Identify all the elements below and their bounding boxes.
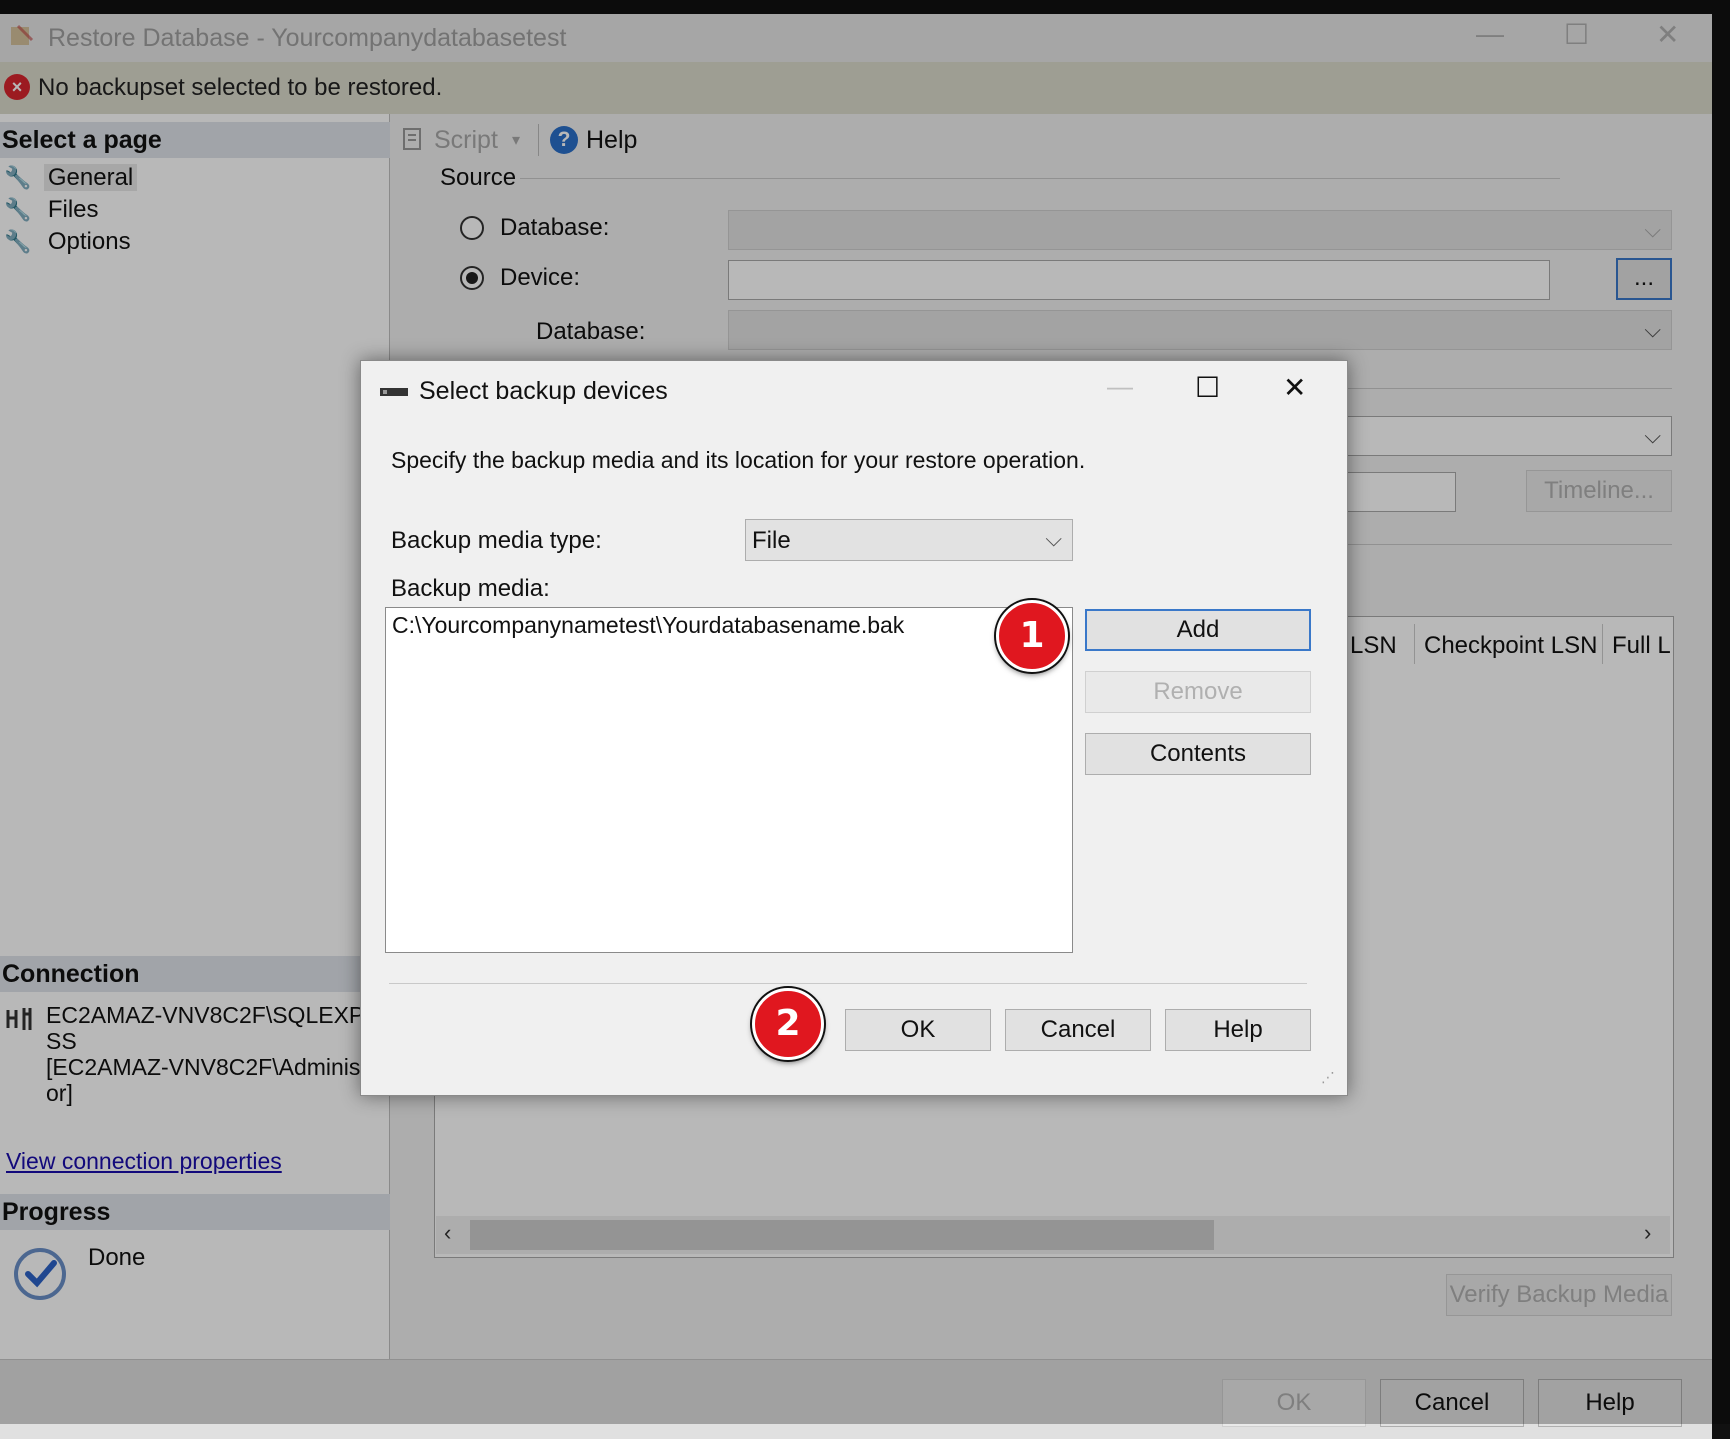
- dialog-maximize-button[interactable]: ☐: [1195, 371, 1220, 404]
- backup-media-type-select[interactable]: File ⌵: [745, 519, 1073, 561]
- select-backup-devices-dialog: Select backup devices — ☐ ✕ Specify the …: [360, 360, 1348, 1096]
- remove-button[interactable]: Remove: [1085, 671, 1311, 713]
- dialog-help-button[interactable]: Help: [1165, 1009, 1311, 1051]
- dialog-title: Select backup devices: [419, 377, 668, 405]
- backup-media-type-value: File: [752, 527, 791, 554]
- contents-button[interactable]: Contents: [1085, 733, 1311, 775]
- step-2-badge: 2: [752, 988, 824, 1060]
- backup-media-type-label: Backup media type:: [391, 527, 602, 554]
- dialog-instructions: Specify the backup media and its locatio…: [391, 447, 1086, 473]
- dialog-ok-button[interactable]: OK: [845, 1009, 991, 1051]
- backup-media-item[interactable]: C:\Yourcompanynametest\Yourdatabasename.…: [392, 612, 904, 639]
- backup-media-label: Backup media:: [391, 575, 550, 602]
- dialog-minimize-button[interactable]: —: [1107, 371, 1133, 402]
- add-button[interactable]: Add: [1085, 609, 1311, 651]
- resize-grip-icon[interactable]: ⋰: [1321, 1069, 1335, 1086]
- dialog-cancel-button[interactable]: Cancel: [1005, 1009, 1151, 1051]
- dialog-divider: [389, 983, 1307, 984]
- chevron-down-icon: ⌵: [1045, 526, 1062, 551]
- step-1-badge: 1: [996, 600, 1068, 672]
- backup-media-list[interactable]: C:\Yourcompanynametest\Yourdatabasename.…: [385, 607, 1073, 953]
- backup-device-icon: [380, 388, 408, 396]
- dialog-close-button[interactable]: ✕: [1283, 371, 1306, 404]
